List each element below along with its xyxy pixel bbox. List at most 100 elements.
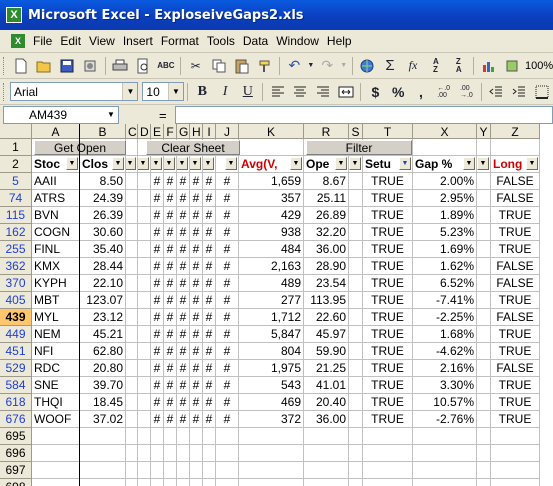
cell-long[interactable]: FALSE — [491, 258, 540, 275]
menu-help[interactable]: Help — [323, 34, 356, 48]
cell-overflow[interactable]: # — [203, 207, 216, 224]
menu-data[interactable]: Data — [239, 34, 272, 48]
cell-overflow[interactable]: # — [151, 173, 164, 190]
cell-overflow[interactable]: # — [177, 326, 190, 343]
cell-stock[interactable]: ATRS — [32, 190, 80, 207]
autofilter-dropdown-icon[interactable]: ▼ — [112, 157, 124, 170]
cell-gap[interactable]: -7.41% — [413, 292, 477, 309]
formula-input[interactable] — [174, 106, 553, 124]
cell[interactable] — [349, 275, 363, 292]
cell[interactable] — [126, 173, 138, 190]
cell-overflow[interactable]: # — [177, 309, 190, 326]
cell[interactable] — [477, 241, 491, 258]
cell-overflow[interactable]: # — [164, 309, 177, 326]
cell[interactable] — [126, 292, 138, 309]
filter-header-cell[interactable]: ▼ — [126, 156, 138, 173]
comma-button[interactable]: , — [411, 82, 432, 102]
cell[interactable] — [138, 326, 151, 343]
cell[interactable] — [477, 445, 491, 462]
cell-overflow[interactable]: # — [164, 224, 177, 241]
cell-overflow[interactable]: # — [190, 411, 203, 428]
row-header[interactable]: 370 — [0, 275, 32, 292]
cell[interactable] — [477, 394, 491, 411]
cell-avg[interactable]: 372 — [239, 411, 304, 428]
cell-long[interactable]: TRUE — [491, 207, 540, 224]
autofilter-dropdown-icon[interactable]: ▼ — [126, 157, 136, 170]
filter-header-cell[interactable]: ▼ — [177, 156, 190, 173]
cell-open[interactable]: 25.11 — [304, 190, 349, 207]
cell-setup[interactable]: TRUE — [363, 343, 413, 360]
cell-overflow[interactable]: # — [190, 326, 203, 343]
cell-close[interactable]: 39.70 — [80, 377, 126, 394]
autofilter-dropdown-icon[interactable]: ▼ — [203, 157, 214, 170]
cell-overflow[interactable]: # — [203, 309, 216, 326]
autosum-icon[interactable]: Σ — [380, 56, 401, 76]
cell-overflow[interactable]: # — [151, 190, 164, 207]
cell-avg[interactable]: 2,163 — [239, 258, 304, 275]
cell-overflow[interactable]: # — [151, 224, 164, 241]
cell-overflow[interactable]: # — [216, 360, 239, 377]
row-header[interactable]: 697 — [0, 462, 32, 479]
cell-long[interactable]: FALSE — [491, 309, 540, 326]
permission-icon[interactable] — [80, 56, 101, 76]
cell-overflow[interactable]: # — [216, 377, 239, 394]
cell[interactable] — [126, 394, 138, 411]
menu-window[interactable]: Window — [272, 34, 323, 48]
cell-close[interactable]: 18.45 — [80, 394, 126, 411]
cell-long[interactable]: TRUE — [491, 411, 540, 428]
cell[interactable] — [349, 241, 363, 258]
cell[interactable] — [413, 445, 477, 462]
cell[interactable] — [477, 309, 491, 326]
row-header[interactable]: 115 — [0, 207, 32, 224]
cell-overflow[interactable]: # — [177, 258, 190, 275]
cell-stock[interactable]: FINL — [32, 241, 80, 258]
cell-gap[interactable]: 2.95% — [413, 190, 477, 207]
cell-gap[interactable]: 1.68% — [413, 326, 477, 343]
column-header[interactable]: R — [304, 124, 349, 139]
cell[interactable] — [413, 462, 477, 479]
cell-overflow[interactable]: # — [190, 173, 203, 190]
column-header[interactable]: T — [363, 124, 413, 139]
cell[interactable] — [477, 275, 491, 292]
cell-setup[interactable]: TRUE — [363, 241, 413, 258]
cell-overflow[interactable]: # — [216, 411, 239, 428]
drawing-icon[interactable] — [501, 56, 522, 76]
cell-overflow[interactable]: # — [177, 224, 190, 241]
cell[interactable] — [80, 428, 126, 445]
cell-gap[interactable]: -2.76% — [413, 411, 477, 428]
cell[interactable] — [138, 462, 151, 479]
menu-insert[interactable]: Insert — [119, 34, 157, 48]
paste-icon[interactable] — [231, 56, 252, 76]
print-preview-icon[interactable] — [133, 56, 154, 76]
cell-open[interactable]: 20.40 — [304, 394, 349, 411]
cell-setup[interactable]: TRUE — [363, 377, 413, 394]
column-header[interactable]: H — [190, 124, 203, 139]
cell[interactable] — [216, 462, 239, 479]
filter-header-cell[interactable]: ▼ — [349, 156, 363, 173]
cell-close[interactable]: 37.02 — [80, 411, 126, 428]
cell[interactable] — [32, 428, 80, 445]
cell-setup[interactable]: TRUE — [363, 394, 413, 411]
cell[interactable] — [477, 428, 491, 445]
cell[interactable] — [304, 428, 349, 445]
cell-overflow[interactable]: # — [177, 360, 190, 377]
cell-overflow[interactable]: # — [203, 275, 216, 292]
cell-avg[interactable]: 484 — [239, 241, 304, 258]
filter-header-cell[interactable]: ▼ — [151, 156, 164, 173]
cell-stock[interactable]: NEM — [32, 326, 80, 343]
cell-close[interactable]: 45.21 — [80, 326, 126, 343]
filter-header-cell[interactable]: Gap % ▼ — [413, 156, 477, 173]
cell-stock[interactable]: KMX — [32, 258, 80, 275]
cell-overflow[interactable]: # — [203, 377, 216, 394]
cell-close[interactable]: 35.40 — [80, 241, 126, 258]
cell[interactable] — [363, 428, 413, 445]
cell-open[interactable]: 59.90 — [304, 343, 349, 360]
cell[interactable] — [491, 428, 540, 445]
cell-overflow[interactable]: # — [203, 224, 216, 241]
save-icon[interactable] — [57, 56, 78, 76]
cell-close[interactable]: 23.12 — [80, 309, 126, 326]
cell[interactable] — [203, 428, 216, 445]
bold-button[interactable]: B — [192, 82, 213, 102]
cell[interactable] — [190, 445, 203, 462]
cell[interactable] — [138, 275, 151, 292]
